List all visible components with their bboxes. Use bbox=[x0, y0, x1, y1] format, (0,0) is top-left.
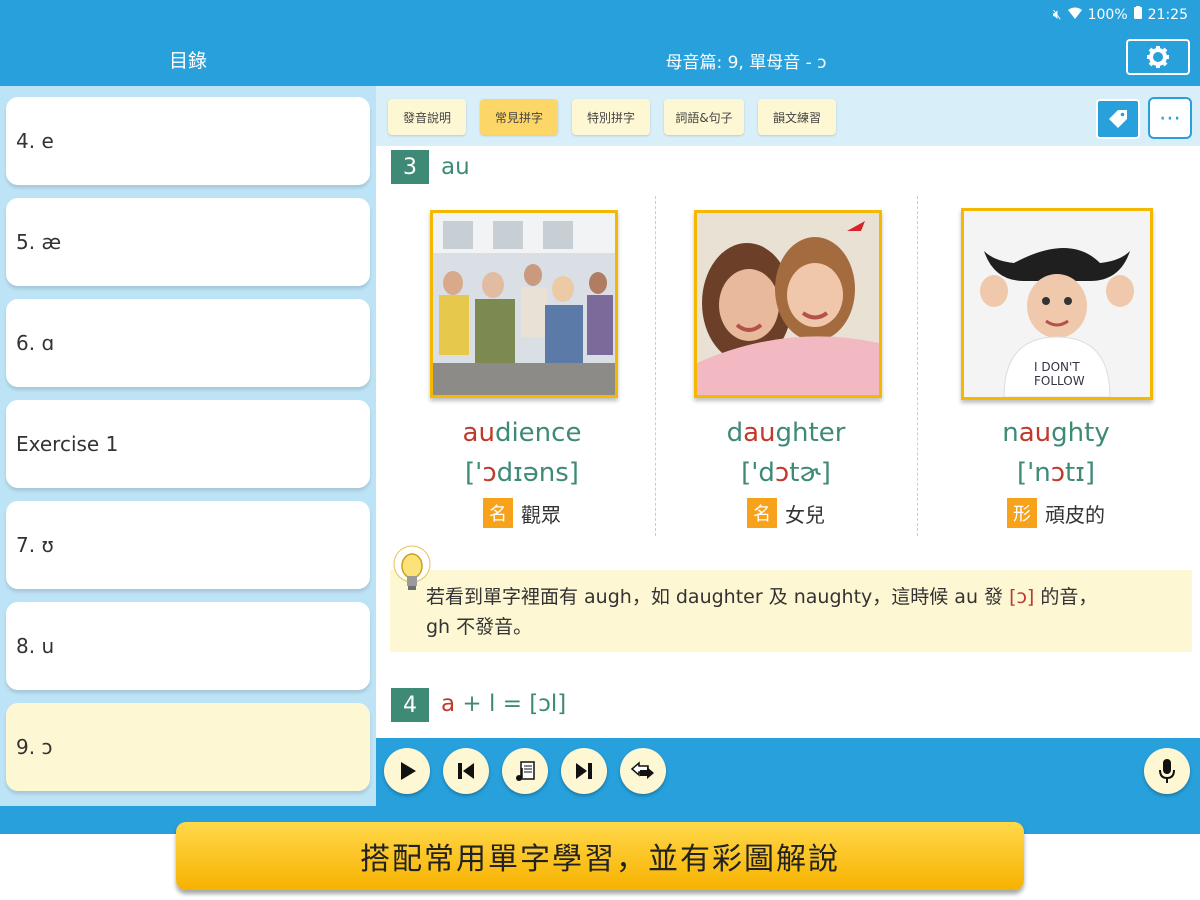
section-number: 4 bbox=[391, 688, 429, 722]
section-number: 3 bbox=[391, 150, 429, 184]
sidebar-item-exercise-1[interactable]: Exercise 1 bbox=[6, 400, 370, 488]
sidebar-item-8[interactable]: 8. u bbox=[6, 602, 370, 690]
toc-title: 目錄 bbox=[168, 50, 207, 72]
status-bar: 🔇︎ 100% 21:25 bbox=[1053, 6, 1188, 23]
word-card-naughty[interactable]: I DON'T FOLLOW naughty ['nɔtɪ] 形頑皮的 bbox=[917, 196, 1179, 536]
tab-pronunciation[interactable]: 發音說明 bbox=[388, 99, 466, 135]
more-button[interactable]: ⋯ bbox=[1148, 97, 1192, 139]
tag-button[interactable] bbox=[1096, 99, 1140, 139]
previous-button[interactable] bbox=[443, 748, 489, 794]
phonetic: ['dɔtɚ] bbox=[741, 458, 831, 488]
sidebar-item-4[interactable]: 4. e bbox=[6, 97, 370, 185]
word: audience bbox=[462, 418, 582, 448]
repeat-button[interactable] bbox=[620, 748, 666, 794]
part-of-speech-badge: 名 bbox=[747, 498, 777, 528]
tab-words-sentences[interactable]: 詞語&句子 bbox=[664, 99, 744, 135]
meaning: 名觀眾 bbox=[391, 498, 653, 528]
part-of-speech-badge: 形 bbox=[1007, 498, 1037, 528]
play-button[interactable] bbox=[384, 748, 430, 794]
tab-special-spelling[interactable]: 特別拼字 bbox=[572, 99, 650, 135]
gear-icon bbox=[1147, 46, 1169, 68]
battery-icon bbox=[1133, 6, 1142, 23]
play-icon bbox=[401, 762, 416, 780]
tip-text: 若看到單字裡面有 augh，如 daughter 及 naughty，這時候 a… bbox=[426, 586, 1098, 638]
top-bar bbox=[0, 0, 1200, 86]
word: naughty bbox=[1002, 418, 1110, 448]
section-title: au bbox=[441, 154, 470, 180]
svg-text:I DON'T: I DON'T bbox=[1034, 360, 1080, 374]
sidebar-item-6[interactable]: 6. ɑ bbox=[6, 299, 370, 387]
playback-toolbar bbox=[376, 738, 1200, 806]
next-button[interactable] bbox=[561, 748, 607, 794]
playlist-button[interactable] bbox=[502, 748, 548, 794]
part-of-speech-badge: 名 bbox=[483, 498, 513, 528]
skip-forward-icon bbox=[576, 763, 592, 779]
promo-banner: 搭配常用單字學習，並有彩圖解說 bbox=[176, 822, 1024, 890]
skip-back-icon bbox=[458, 763, 474, 779]
wifi-icon bbox=[1067, 7, 1082, 23]
photo-daughter bbox=[694, 210, 882, 398]
photo-audience bbox=[430, 210, 618, 398]
page-title: 母音篇: 9, 單母音 - ɔ bbox=[665, 53, 827, 73]
sidebar-item-7[interactable]: 7. ʊ bbox=[6, 501, 370, 589]
svg-text:FOLLOW: FOLLOW bbox=[1034, 374, 1085, 388]
sidebar-item-9[interactable]: 9. ɔ bbox=[6, 703, 370, 791]
battery-level: 100% bbox=[1087, 6, 1128, 23]
word: daughter bbox=[726, 418, 846, 448]
word-card-daughter[interactable]: daughter ['dɔtɚ] 名女兒 bbox=[655, 196, 917, 536]
meaning: 形頑皮的 bbox=[925, 498, 1187, 528]
tab-common-spelling[interactable]: 常見拼字 bbox=[480, 99, 558, 135]
meaning: 名女兒 bbox=[655, 498, 917, 528]
repeat-icon bbox=[630, 761, 654, 779]
photo-naughty: I DON'T FOLLOW bbox=[961, 208, 1153, 400]
mute-icon: 🔇︎ bbox=[1052, 6, 1062, 23]
phonetic: ['ɔdɪəns] bbox=[465, 458, 579, 488]
sidebar: 4. e 5. æ 6. ɑ Exercise 1 7. ʊ 8. u 9. ɔ bbox=[0, 86, 376, 806]
playlist-music-icon bbox=[516, 761, 535, 781]
tab-rhyme-practice[interactable]: 韻文練習 bbox=[758, 99, 836, 135]
word-card-audience[interactable]: audience ['ɔdɪəns] 名觀眾 bbox=[391, 196, 653, 536]
sidebar-item-5[interactable]: 5. æ bbox=[6, 198, 370, 286]
section-title: a + l = [ɔl] bbox=[441, 691, 567, 717]
phonetic: ['nɔtɪ] bbox=[1016, 458, 1096, 488]
record-button[interactable] bbox=[1144, 748, 1190, 794]
clock: 21:25 bbox=[1147, 6, 1188, 23]
tag-icon bbox=[1109, 110, 1127, 128]
settings-button[interactable] bbox=[1126, 39, 1190, 75]
microphone-icon bbox=[1159, 759, 1175, 783]
more-icon: ⋯ bbox=[1159, 105, 1181, 131]
